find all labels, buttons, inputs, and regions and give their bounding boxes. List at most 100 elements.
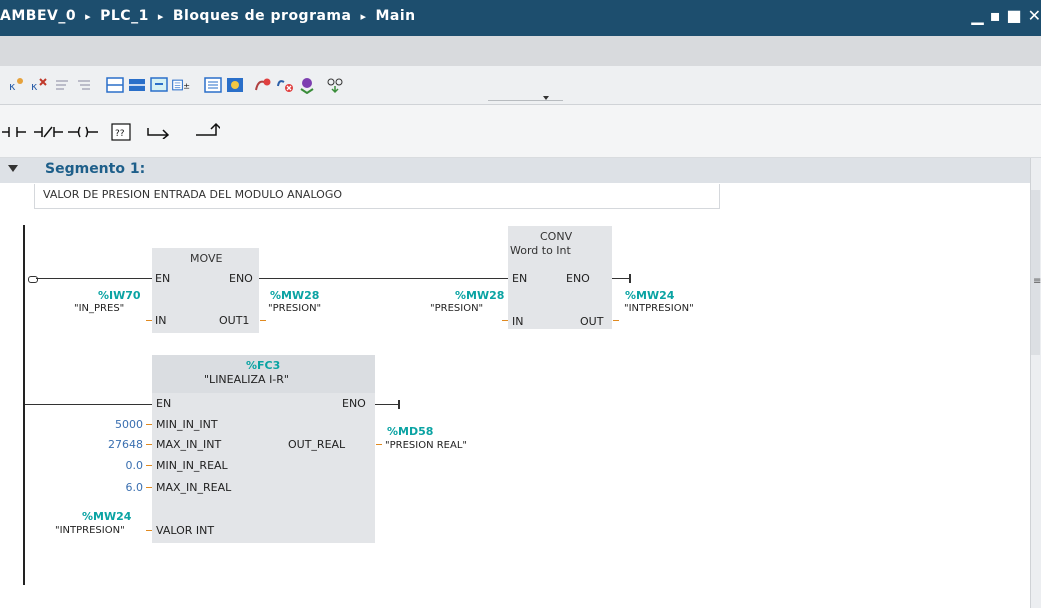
fc-pin-max-in-real: MAX_IN_REAL [156, 481, 232, 494]
min-in-real-value[interactable]: 0.0 [107, 459, 144, 472]
valor-int-tag[interactable]: "INTPRESION" [55, 524, 125, 537]
show-comments-icon[interactable] [150, 76, 168, 94]
wire-end [398, 400, 400, 409]
out-real-tag[interactable]: "PRESION REAL" [385, 439, 467, 452]
move-in-tag[interactable]: "IN_PRES" [74, 302, 124, 315]
fc-pin-max-in-int: MAX_IN_INT [156, 438, 222, 451]
conv-in-pin: IN [512, 315, 524, 328]
delete-network-icon[interactable]: κ [30, 76, 48, 94]
restore-icon[interactable]: ▪ [990, 6, 1001, 25]
fc-en-pin: EN [156, 397, 172, 410]
absolute-operands-icon[interactable]: ± [172, 76, 190, 94]
delete-breakpoint-icon[interactable] [276, 76, 294, 94]
fc-block-title: "LINEALIZA I-R" [204, 373, 289, 386]
collapse-all-icon[interactable] [128, 76, 146, 94]
output-coil-icon[interactable] [68, 125, 98, 139]
svg-text:κ: κ [9, 80, 16, 93]
wire-end [629, 274, 631, 283]
max-in-int-value[interactable]: 27648 [101, 438, 143, 451]
fc-linealiza-block[interactable]: %FC3 "LINEALIZA I-R" EN ENO MIN_IN_INT M… [152, 355, 375, 543]
pin-connector [502, 320, 508, 321]
fc-pin-valor-int: VALOR INT [156, 524, 215, 537]
move-in-pin: IN [155, 314, 167, 327]
conv-out-address[interactable]: %MW24 [625, 289, 674, 302]
open-branch-icon[interactable] [146, 125, 172, 139]
breadcrumb-main[interactable]: Main [376, 8, 416, 24]
breadcrumb: AMBEV_0 ▸ PLC_1 ▸ Bloques de programa ▸ Main [0, 8, 416, 24]
conv-block-title: CONV [540, 230, 573, 243]
conv-out-pin: OUT [580, 315, 604, 328]
pin-connector [260, 320, 266, 321]
close-branch-icon[interactable] [194, 121, 220, 139]
fc-block-address: %FC3 [246, 359, 281, 372]
move-en-pin: EN [155, 272, 171, 285]
pin-connector [376, 444, 382, 445]
rung-2-wire [25, 404, 152, 405]
fc-pin-out-real: OUT_REAL [288, 438, 346, 451]
close-branch-icon[interactable] [76, 76, 94, 94]
fc-pin-min-in-real: MIN_IN_REAL [156, 459, 228, 472]
instruction-favorites-bar: ?? [0, 105, 1041, 158]
breadcrumb-separator: ▸ [85, 10, 92, 23]
svg-text:±: ± [183, 80, 190, 90]
minimize-icon[interactable]: ▁ [971, 6, 983, 25]
out-real-address[interactable]: %MD58 [387, 425, 433, 438]
conv-out-tag[interactable]: "INTPRESION" [624, 302, 694, 315]
conv-in-tag[interactable]: "PRESION" [430, 302, 483, 315]
power-rail [23, 225, 25, 585]
pin-connector [146, 465, 152, 466]
svg-text:κ: κ [31, 80, 38, 93]
favorites-icon[interactable] [204, 76, 222, 94]
rung-1-wire [36, 278, 152, 279]
breadcrumb-separator: ▸ [157, 10, 164, 23]
collapse-triangle-icon[interactable] [8, 165, 18, 172]
eno-output-wire [612, 278, 630, 279]
breadcrumb-separator: ▸ [360, 10, 367, 23]
rung-1-wire [259, 278, 508, 279]
pin-connector [613, 320, 619, 321]
move-out-address[interactable]: %MW28 [270, 289, 319, 302]
toolbar-divider [488, 100, 563, 101]
expand-all-icon[interactable] [106, 76, 124, 94]
valor-int-address[interactable]: %MW24 [82, 510, 131, 523]
eno-output-wire [375, 404, 399, 405]
pin-connector [146, 444, 152, 445]
normally-closed-contact-icon[interactable] [34, 125, 64, 139]
max-in-real-value[interactable]: 6.0 [107, 481, 144, 494]
conv-block[interactable]: CONV Word to Int EN ENO IN OUT [508, 226, 612, 329]
breadcrumb-plc[interactable]: PLC_1 [100, 8, 149, 24]
normally-open-contact-icon[interactable] [2, 125, 30, 139]
network-header[interactable]: Segmento 1: [0, 158, 1030, 183]
set-breakpoint-icon[interactable] [254, 76, 272, 94]
pin-connector [146, 530, 152, 531]
fc-eno-pin: ENO [342, 397, 366, 410]
monitoring-icon[interactable] [298, 76, 316, 94]
min-in-int-value[interactable]: 5000 [107, 418, 143, 431]
block-properties-icon[interactable] [226, 76, 244, 94]
scrollbar-thumb[interactable] [1031, 190, 1040, 355]
conv-in-address[interactable]: %MW28 [455, 289, 504, 302]
monitoring-on-off-icon[interactable] [326, 76, 344, 94]
breadcrumb-project[interactable]: AMBEV_0 [0, 8, 76, 24]
pin-connector [146, 424, 152, 425]
breadcrumb-program-blocks[interactable]: Bloques de programa [173, 8, 352, 24]
conv-en-pin: EN [512, 272, 528, 285]
insert-branch-icon[interactable] [54, 76, 72, 94]
close-icon[interactable]: ✕ [1028, 6, 1041, 25]
empty-box-icon[interactable]: ?? [110, 122, 132, 142]
window-controls: ▁ ▪ ■ ✕ [965, 6, 1041, 25]
pin-connector [146, 320, 152, 321]
editor-toolbar: κ κ ± [0, 66, 1041, 105]
network-comment-text: VALOR DE PRESION ENTRADA DEL MODULO ANAL… [43, 188, 343, 201]
move-block[interactable]: MOVE EN ENO IN OUT1 [152, 248, 259, 333]
chevron-down-icon[interactable] [543, 96, 549, 100]
network-comment[interactable]: VALOR DE PRESION ENTRADA DEL MODULO ANAL… [34, 184, 720, 209]
move-out-tag[interactable]: "PRESION" [268, 302, 321, 315]
pin-connector [146, 487, 152, 488]
move-in-address[interactable]: %IW70 [98, 289, 141, 302]
title-bar: AMBEV_0 ▸ PLC_1 ▸ Bloques de programa ▸ Main ▁… [0, 0, 1041, 36]
insert-network-icon[interactable]: κ [8, 76, 26, 94]
scrollbar-grip-icon[interactable]: ≡ [1033, 276, 1041, 287]
move-block-title: MOVE [190, 252, 223, 265]
maximize-icon[interactable]: ■ [1006, 6, 1021, 25]
